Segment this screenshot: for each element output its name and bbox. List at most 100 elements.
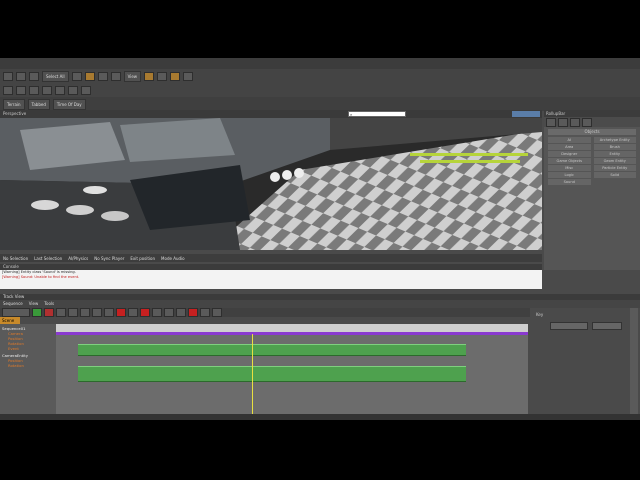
secondary-toolbar <box>0 83 640 97</box>
tool-button[interactable] <box>176 308 186 317</box>
key-properties-panel: Key <box>530 308 640 414</box>
key-button[interactable] <box>188 308 198 317</box>
tool-button[interactable] <box>55 85 65 95</box>
status-mode-audio[interactable]: Mode Audio <box>161 256 185 261</box>
modelling-tab[interactable] <box>570 118 580 127</box>
search-icon: ⌕ <box>350 112 353 117</box>
rollup-tabs <box>544 117 640 127</box>
status-ai-physics[interactable]: AI/Physics <box>68 256 88 261</box>
status-bar <box>0 414 640 420</box>
object-type-button[interactable]: Misc <box>548 165 591 171</box>
tool-button[interactable] <box>3 71 13 81</box>
object-type-button[interactable]: Brush <box>593 144 636 150</box>
sequence-dropdown[interactable] <box>2 308 30 317</box>
menu-view[interactable]: View <box>29 300 39 308</box>
tool-button[interactable] <box>56 308 66 317</box>
viewport-search-input[interactable]: ⌕ <box>348 111 406 117</box>
status-selection: No Selection <box>3 255 29 261</box>
move-tool-button[interactable] <box>84 71 95 81</box>
viewport-label: Perspective <box>3 111 27 116</box>
tree-track[interactable]: Rotation <box>8 363 24 368</box>
track-view-menu: Sequence View Tools <box>0 300 640 308</box>
sequence-range-bar <box>56 332 528 335</box>
terrain-tab[interactable] <box>558 118 568 127</box>
object-type-button[interactable]: Designer <box>548 151 591 157</box>
object-type-grid: AI Area Designer Game Objects Misc Logic… <box>544 137 640 185</box>
object-type-button[interactable]: Particle Entity <box>593 165 636 171</box>
object-type-button[interactable]: Geom Entity <box>593 158 636 164</box>
toolbar-dropdown[interactable]: Select All <box>42 70 69 82</box>
track-tree: Sequence01 Camera Position Rotation Even… <box>0 324 56 414</box>
tool-button[interactable] <box>29 71 39 81</box>
tool-button[interactable] <box>68 85 78 95</box>
tool-button[interactable] <box>164 308 174 317</box>
playhead[interactable] <box>252 334 253 414</box>
console-output: [Warning] Entity class 'Sound' is missin… <box>0 270 542 289</box>
track-clip[interactable] <box>78 366 466 382</box>
status-exit-position[interactable]: Exit position <box>130 256 155 261</box>
sequence-tab[interactable]: Scene <box>0 317 20 324</box>
view-dropdown[interactable]: View <box>123 70 142 82</box>
tool-button[interactable] <box>200 308 210 317</box>
object-type-button[interactable]: AI <box>548 137 591 143</box>
tool-button[interactable] <box>212 308 222 317</box>
tool-button[interactable] <box>42 85 52 95</box>
status-sync-player[interactable]: No Sync Player <box>94 256 124 261</box>
rollup-section-header: Objects <box>548 129 636 135</box>
object-type-button[interactable]: Sound <box>548 179 591 185</box>
menu-tools[interactable]: Tools <box>44 300 54 308</box>
key-field[interactable] <box>550 322 588 330</box>
tool-button[interactable] <box>152 308 162 317</box>
tool-button[interactable] <box>71 71 82 81</box>
tool-button[interactable] <box>81 85 91 95</box>
tool-button[interactable] <box>128 308 138 317</box>
key-label: Key <box>536 312 544 317</box>
snap-button[interactable] <box>144 71 155 81</box>
tool-button[interactable] <box>157 71 168 81</box>
3d-viewport[interactable]: Perspective ⌕ <box>0 110 542 250</box>
tool-button[interactable] <box>3 85 13 95</box>
tool-button[interactable] <box>16 71 26 81</box>
tool-button[interactable] <box>92 308 102 317</box>
object-type-button[interactable]: Logic <box>548 172 591 178</box>
object-type-button[interactable]: Entity <box>593 151 636 157</box>
tool-button[interactable] <box>29 85 39 95</box>
track-view-toolbar <box>0 308 530 317</box>
snap-angle-button[interactable] <box>170 71 181 81</box>
panel-toolbar: Terrain Tabbed Time Of Day <box>0 97 640 111</box>
delete-sequence-button[interactable] <box>44 308 54 317</box>
object-type-button[interactable]: Area <box>548 144 591 150</box>
vertical-scrollbar[interactable] <box>630 308 638 418</box>
record-button[interactable] <box>116 308 126 317</box>
status-last-selection: Last Selection <box>34 255 63 261</box>
objects-tab[interactable] <box>546 118 556 127</box>
scene-render <box>0 110 542 250</box>
tool-button[interactable] <box>80 308 90 317</box>
tool-button[interactable] <box>16 85 26 95</box>
time-of-day-button[interactable]: Time Of Day <box>52 98 86 110</box>
rotate-tool-button[interactable] <box>97 71 108 81</box>
stop-button[interactable] <box>140 308 150 317</box>
object-type-button[interactable]: Game Objects <box>548 158 591 164</box>
timeline-area[interactable] <box>56 324 528 414</box>
viewport-status-bar: No Selection Last Selection AI/Physics N… <box>0 254 542 262</box>
scale-tool-button[interactable] <box>110 71 121 81</box>
track-clip[interactable] <box>78 344 466 356</box>
tool-button[interactable] <box>183 71 194 81</box>
viewport-options-icons[interactable] <box>512 111 540 117</box>
object-type-button[interactable]: Solid <box>593 172 636 178</box>
tabbed-button[interactable]: Tabbed <box>27 98 50 110</box>
tree-track[interactable]: Event <box>8 346 19 351</box>
add-sequence-button[interactable] <box>32 308 42 317</box>
terrain-button[interactable]: Terrain <box>3 98 25 110</box>
rollup-bar: RollupBar Objects AI Area Designer Game … <box>544 110 640 270</box>
play-button[interactable] <box>104 308 114 317</box>
object-type-button[interactable]: Archetype Entity <box>593 137 636 143</box>
main-toolbar: Select All View <box>0 69 640 83</box>
key-field[interactable] <box>592 322 622 330</box>
rollup-title: RollupBar <box>544 110 640 117</box>
editor-window: Select All View Terrain Tabbed Time Of D… <box>0 58 640 420</box>
menu-sequence[interactable]: Sequence <box>3 300 23 308</box>
tool-button[interactable] <box>68 308 78 317</box>
display-tab[interactable] <box>582 118 592 127</box>
